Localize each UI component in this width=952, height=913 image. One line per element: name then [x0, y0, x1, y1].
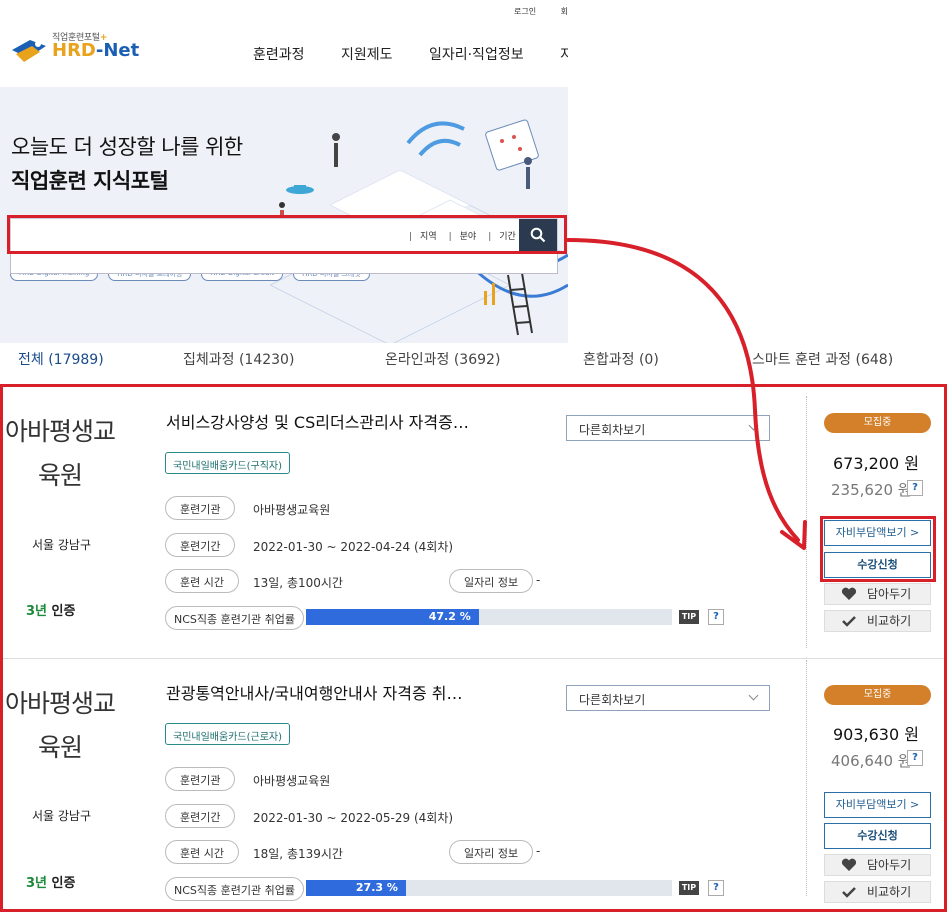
- tab-online[interactable]: 온라인과정 (3692): [385, 349, 500, 369]
- nav-jobs-info[interactable]: 일자리·직업정보: [429, 44, 524, 64]
- logo-suffix: -Net: [95, 40, 140, 61]
- login-link[interactable]: 로그인: [514, 6, 536, 17]
- hero-headline-2: 직업훈련 지식포털: [11, 169, 169, 193]
- nav-support-system[interactable]: 지원제도: [341, 44, 393, 64]
- nav-training-courses[interactable]: 훈련과정: [253, 44, 305, 64]
- tab-classroom[interactable]: 집체과정 (14230): [183, 349, 294, 369]
- hero-headline-1: 오늘도 더 성장할 나를 위한: [11, 135, 243, 159]
- utility-links: 로그인 회: [514, 6, 590, 17]
- logo-main: HRD: [52, 40, 96, 61]
- search-suggestion-strip: [10, 252, 558, 274]
- annotation-arrow-icon: [566, 238, 807, 550]
- search-highlight-box: [7, 215, 567, 254]
- hrd-net-logo[interactable]: 직업훈련포털+ HRD-Net: [10, 30, 150, 64]
- util-link-2[interactable]: 회: [561, 6, 568, 17]
- apply-buttons-highlight-box: [820, 516, 936, 582]
- logo-mark-icon: [12, 40, 46, 62]
- main-nav: 훈련과정 지원제도 일자리·직업정보 지식: [253, 44, 568, 64]
- nav-knowledge[interactable]: 지식: [560, 44, 568, 64]
- tab-all[interactable]: 전체 (17989): [18, 349, 104, 369]
